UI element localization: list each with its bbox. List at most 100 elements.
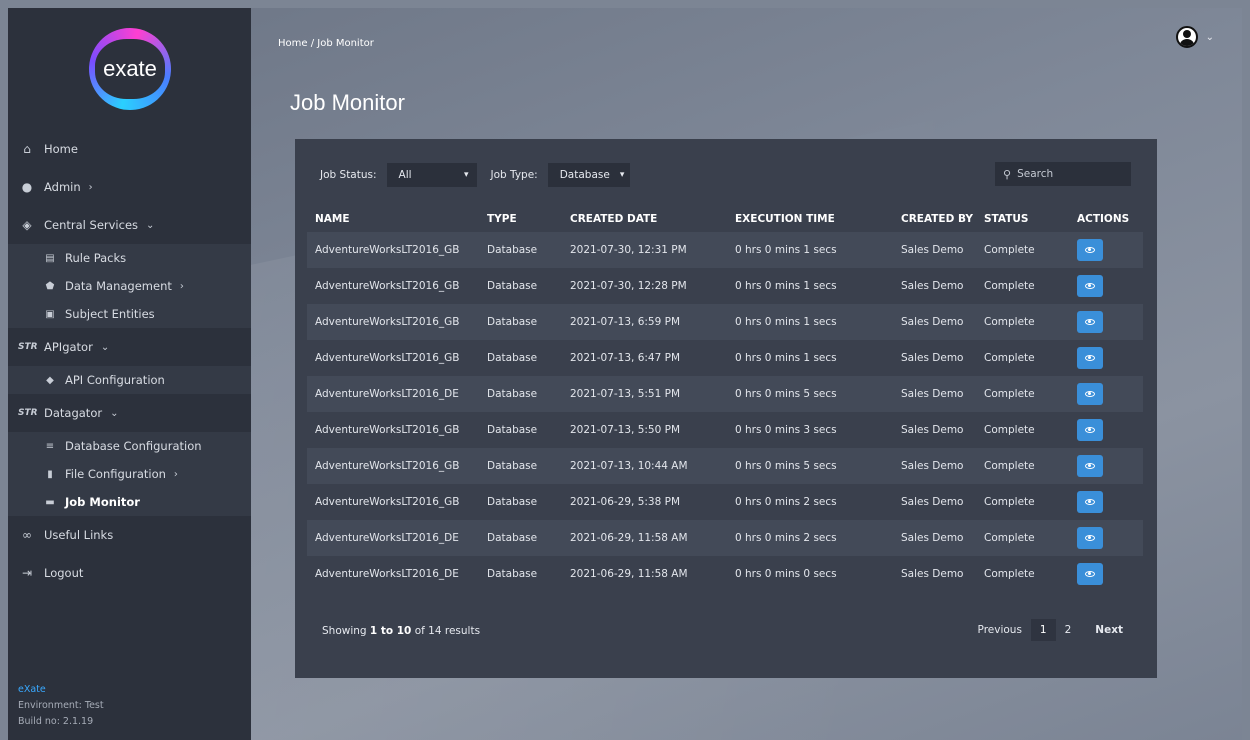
cell-actions [1069, 484, 1143, 520]
sidebar-item-file-configuration[interactable]: ▮ File Configuration › [8, 460, 251, 488]
cell-execution-time: 0 hrs 0 mins 5 secs [727, 448, 893, 484]
sidebar-item-label: Home [44, 142, 78, 156]
sidebar-item-data-management[interactable]: ⬟ Data Management › [8, 272, 251, 300]
next-page-button[interactable]: Next [1086, 619, 1132, 641]
header-created-by[interactable]: CREATED BY [893, 205, 976, 232]
sidebar-item-api-configuration[interactable]: ◆ API Configuration [8, 366, 251, 394]
sidebar-item-label: API Configuration [65, 373, 165, 387]
apigator-submenu: ◆ API Configuration [8, 366, 251, 394]
cell-actions [1069, 376, 1143, 412]
sidebar-item-subject-entities[interactable]: ▣ Subject Entities [8, 300, 251, 328]
cell-actions [1069, 412, 1143, 448]
view-button[interactable] [1077, 239, 1103, 261]
chevron-down-icon: ⌄ [146, 219, 155, 231]
view-button[interactable] [1077, 563, 1103, 585]
sidebar-item-label: APIgator [44, 340, 93, 354]
cell-created-by: Sales Demo [893, 340, 976, 376]
chevron-down-icon: ▾ [619, 170, 625, 180]
cell-status: Complete [976, 556, 1069, 592]
cell-created-date: 2021-06-29, 11:58 AM [562, 520, 727, 556]
cell-type: Database [479, 304, 562, 340]
sidebar-item-logout[interactable]: ⇥ Logout [8, 554, 251, 592]
header-type[interactable]: TYPE [479, 205, 562, 232]
eye-icon [1085, 355, 1095, 361]
job-status-label: Job Status: [320, 169, 377, 181]
cell-execution-time: 0 hrs 0 mins 1 secs [727, 340, 893, 376]
jobs-table: NAME TYPE CREATED DATE EXECUTION TIME CR… [307, 205, 1143, 592]
cell-name: AdventureWorksLT2016_GB [307, 448, 479, 484]
cell-created-date: 2021-06-29, 11:58 AM [562, 556, 727, 592]
table-row: AdventureWorksLT2016_GB Database 2021-07-3… [307, 268, 1143, 304]
cell-type: Database [479, 268, 562, 304]
view-button[interactable] [1077, 383, 1103, 405]
header-name[interactable]: NAME [307, 205, 479, 232]
cell-created-by: Sales Demo [893, 484, 976, 520]
str-logo-icon: STR [18, 408, 38, 418]
view-button[interactable] [1077, 347, 1103, 369]
cell-created-date: 2021-07-13, 10:44 AM [562, 448, 727, 484]
cell-name: AdventureWorksLT2016_GB [307, 412, 479, 448]
header-created-date[interactable]: CREATED DATE [562, 205, 727, 232]
job-status-value: All [398, 169, 412, 181]
job-type-select[interactable]: Database ▾ [547, 163, 630, 187]
database-icon: ≡ [45, 440, 55, 452]
cell-actions [1069, 304, 1143, 340]
page-2-button[interactable]: 2 [1056, 619, 1081, 641]
view-button[interactable] [1077, 275, 1103, 297]
sidebar-item-datagator[interactable]: STR Datagator ⌄ [8, 394, 251, 432]
sidebar-item-useful-links[interactable]: ∞ Useful Links [8, 516, 251, 554]
cell-execution-time: 0 hrs 0 mins 3 secs [727, 412, 893, 448]
header-execution-time[interactable]: EXECUTION TIME [727, 205, 893, 232]
sidebar-item-home[interactable]: ⌂ Home [8, 130, 251, 168]
cell-type: Database [479, 520, 562, 556]
sidebar-item-database-configuration[interactable]: ≡ Database Configuration [8, 432, 251, 460]
sidebar-item-label: Logout [44, 566, 84, 580]
cell-status: Complete [976, 376, 1069, 412]
cell-created-date: 2021-06-29, 5:38 PM [562, 484, 727, 520]
view-button[interactable] [1077, 311, 1103, 333]
view-button[interactable] [1077, 419, 1103, 441]
cell-actions [1069, 448, 1143, 484]
cell-execution-time: 0 hrs 0 mins 5 secs [727, 376, 893, 412]
page-1-button[interactable]: 1 [1030, 619, 1056, 641]
users-icon: ● [21, 180, 33, 194]
sidebar-item-central-services[interactable]: ◈ Central Services ⌄ [8, 206, 251, 244]
home-icon: ⌂ [23, 142, 31, 156]
cell-name: AdventureWorksLT2016_GB [307, 340, 479, 376]
header-status[interactable]: STATUS [976, 205, 1069, 232]
sidebar-item-admin[interactable]: ● Admin › [8, 168, 251, 206]
sidebar-item-label: File Configuration [65, 467, 166, 481]
cell-status: Complete [976, 340, 1069, 376]
search-input[interactable]: ⚲ Search [995, 162, 1131, 186]
exate-logo[interactable]: exate [83, 22, 176, 116]
cell-created-date: 2021-07-13, 6:47 PM [562, 340, 727, 376]
sidebar-item-label: Data Management [65, 279, 172, 293]
cell-name: AdventureWorksLT2016_GB [307, 484, 479, 520]
datagator-submenu: ≡ Database Configuration ▮ File Configur… [8, 432, 251, 516]
sidebar-item-rule-packs[interactable]: ▤ Rule Packs [8, 244, 251, 272]
cell-status: Complete [976, 412, 1069, 448]
view-button[interactable] [1077, 455, 1103, 477]
pagination: Previous 1 2 Next [969, 619, 1132, 641]
cell-created-by: Sales Demo [893, 268, 976, 304]
filter-bar: Job Status: All ▾ Job Type: Database ▾ [320, 163, 644, 187]
cell-execution-time: 0 hrs 0 mins 0 secs [727, 556, 893, 592]
cell-created-by: Sales Demo [893, 448, 976, 484]
sidebar-item-apigator[interactable]: STR APIgator ⌄ [8, 328, 251, 366]
view-button[interactable] [1077, 491, 1103, 513]
chevron-right-icon: › [88, 181, 93, 193]
sidebar-item-job-monitor[interactable]: ▬ Job Monitor [8, 488, 251, 516]
eye-icon [1085, 499, 1095, 505]
view-button[interactable] [1077, 527, 1103, 549]
previous-page-button[interactable]: Previous [969, 619, 1031, 641]
sidebar-item-label: Job Monitor [65, 495, 140, 509]
job-status-select[interactable]: All ▾ [386, 163, 477, 187]
chevron-down-icon: ⌄ [1205, 31, 1214, 43]
user-menu[interactable]: ⌄ [1175, 26, 1214, 48]
eye-icon [1085, 571, 1095, 577]
page-title: Job Monitor [290, 90, 405, 115]
search-icon: ⚲ [1003, 167, 1012, 181]
breadcrumb[interactable]: Home / Job Monitor [278, 38, 374, 49]
cell-execution-time: 0 hrs 0 mins 1 secs [727, 268, 893, 304]
table-row: AdventureWorksLT2016_DE Database 2021-07-1… [307, 376, 1143, 412]
